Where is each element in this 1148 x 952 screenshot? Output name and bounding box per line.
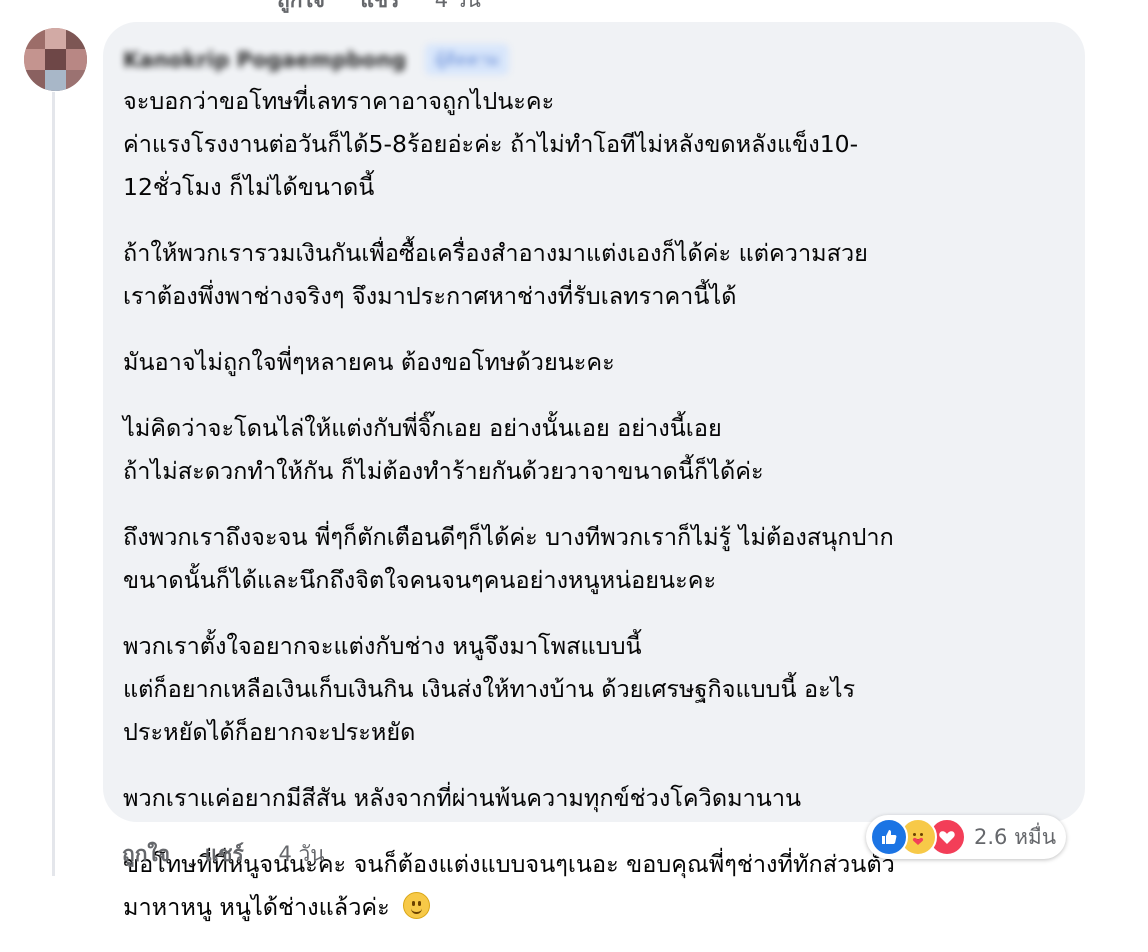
comment-actions: ถูกใจ แชร์ 4 วัน: [122, 838, 325, 871]
author-name[interactable]: Kanokrip Pogaempbong: [123, 48, 406, 72]
comment-header: Kanokrip Pogaempbong ผู้ติดตาม: [123, 44, 510, 75]
previous-share-link[interactable]: แชร์: [360, 0, 399, 12]
reactions-summary[interactable]: 2.6 หมื่น: [866, 815, 1067, 859]
comment-paragraph: พวกเราตั้งใจอยากจะแต่งกับช่าง หนูจึงมาโพ…: [123, 625, 1073, 754]
avatar[interactable]: [24, 28, 87, 91]
comment-paragraph: ถ้าให้พวกเรารวมเงินกันเพื่อซื้อเครื่องสำ…: [123, 232, 1073, 318]
comment-line: มาหาหนู หนูได้ช่างแล้วค่ะ: [123, 886, 1073, 929]
comment-line: ไม่คิดว่าจะโดนไล่ให้แต่งกับพี่จิ๊กเอย อย…: [123, 414, 722, 442]
share-link[interactable]: แชร์: [205, 842, 244, 866]
previous-comment-actions: ถูกใจ แชร์ 4 วัน: [277, 0, 509, 17]
like-link[interactable]: ถูกใจ: [122, 842, 170, 866]
smiley-emoji-icon: [403, 892, 431, 919]
comment-line: จะบอกว่าขอโทษที่เลทราคาอาจถูกไปนะคะ: [123, 87, 555, 115]
thread-line: [52, 92, 55, 876]
previous-like-link[interactable]: ถูกใจ: [277, 0, 325, 12]
comment-line: ถึงพวกเราถึงจะจน พี่ๆก็ตักเตือนดีๆก็ได้ค…: [123, 523, 894, 551]
comment-line: ขนาดนั้นก็ได้และนึกถึงจิตใจคนจนๆคนอย่างห…: [123, 566, 717, 594]
comment-line: แต่ก็อยากเหลือเงินเก็บเงินกิน เงินส่งให้…: [123, 675, 856, 703]
comment-paragraph: ถึงพวกเราถึงจะจน พี่ๆก็ตักเตือนดีๆก็ได้ค…: [123, 516, 1073, 602]
comment-timestamp[interactable]: 4 วัน: [278, 842, 324, 866]
comment-line: ถ้าให้พวกเรารวมเงินกันเพื่อซื้อเครื่องสำ…: [123, 239, 868, 267]
comment-line: ประหยัดได้ก็อยากจะประหยัด: [123, 718, 416, 746]
comment-line: ค่าแรงโรงงานต่อวันก็ได้5-8ร้อยอ่ะค่ะ ถ้า…: [123, 130, 859, 158]
comment-paragraph: จะบอกว่าขอโทษที่เลทราคาอาจถูกไปนะคะค่าแร…: [123, 80, 1073, 209]
comment-line: มันอาจไม่ถูกใจพี่ๆหลายคน ต้องขอโทษด้วยนะ…: [123, 348, 615, 376]
comment-line: 12ชั่วโมง ก็ไม่ได้ขนาดนี้: [123, 173, 375, 201]
reaction-count: 2.6 หมื่น: [974, 824, 1057, 849]
previous-timestamp[interactable]: 4 วัน: [435, 0, 481, 12]
comment-line: พวกเราแค่อยากมีสีสัน หลังจากที่ผ่านพ้นคว…: [123, 784, 802, 812]
comment-bubble: Kanokrip Pogaempbong ผู้ติดตาม จะบอกว่าข…: [103, 22, 1085, 921]
comment-paragraph: พวกเราแค่อยากมีสีสัน หลังจากที่ผ่านพ้นคว…: [123, 777, 1073, 820]
comment-line: ถ้าไม่สะดวกทำให้กัน ก็ไม่ต้องทำร้ายกันด้…: [123, 457, 764, 485]
author-badge: ผู้ติดตาม: [425, 44, 510, 75]
comment-line: เราต้องพึ่งพาช่างจริงๆ จึงมาประกาศหาช่าง…: [123, 282, 737, 310]
comment-paragraph: มันอาจไม่ถูกใจพี่ๆหลายคน ต้องขอโทษด้วยนะ…: [123, 341, 1073, 384]
comment-line: พวกเราตั้งใจอยากจะแต่งกับช่าง หนูจึงมาโพ…: [123, 632, 642, 660]
like-icon: [870, 818, 908, 856]
comment-paragraph: ไม่คิดว่าจะโดนไล่ให้แต่งกับพี่จิ๊กเอย อย…: [123, 407, 1073, 493]
